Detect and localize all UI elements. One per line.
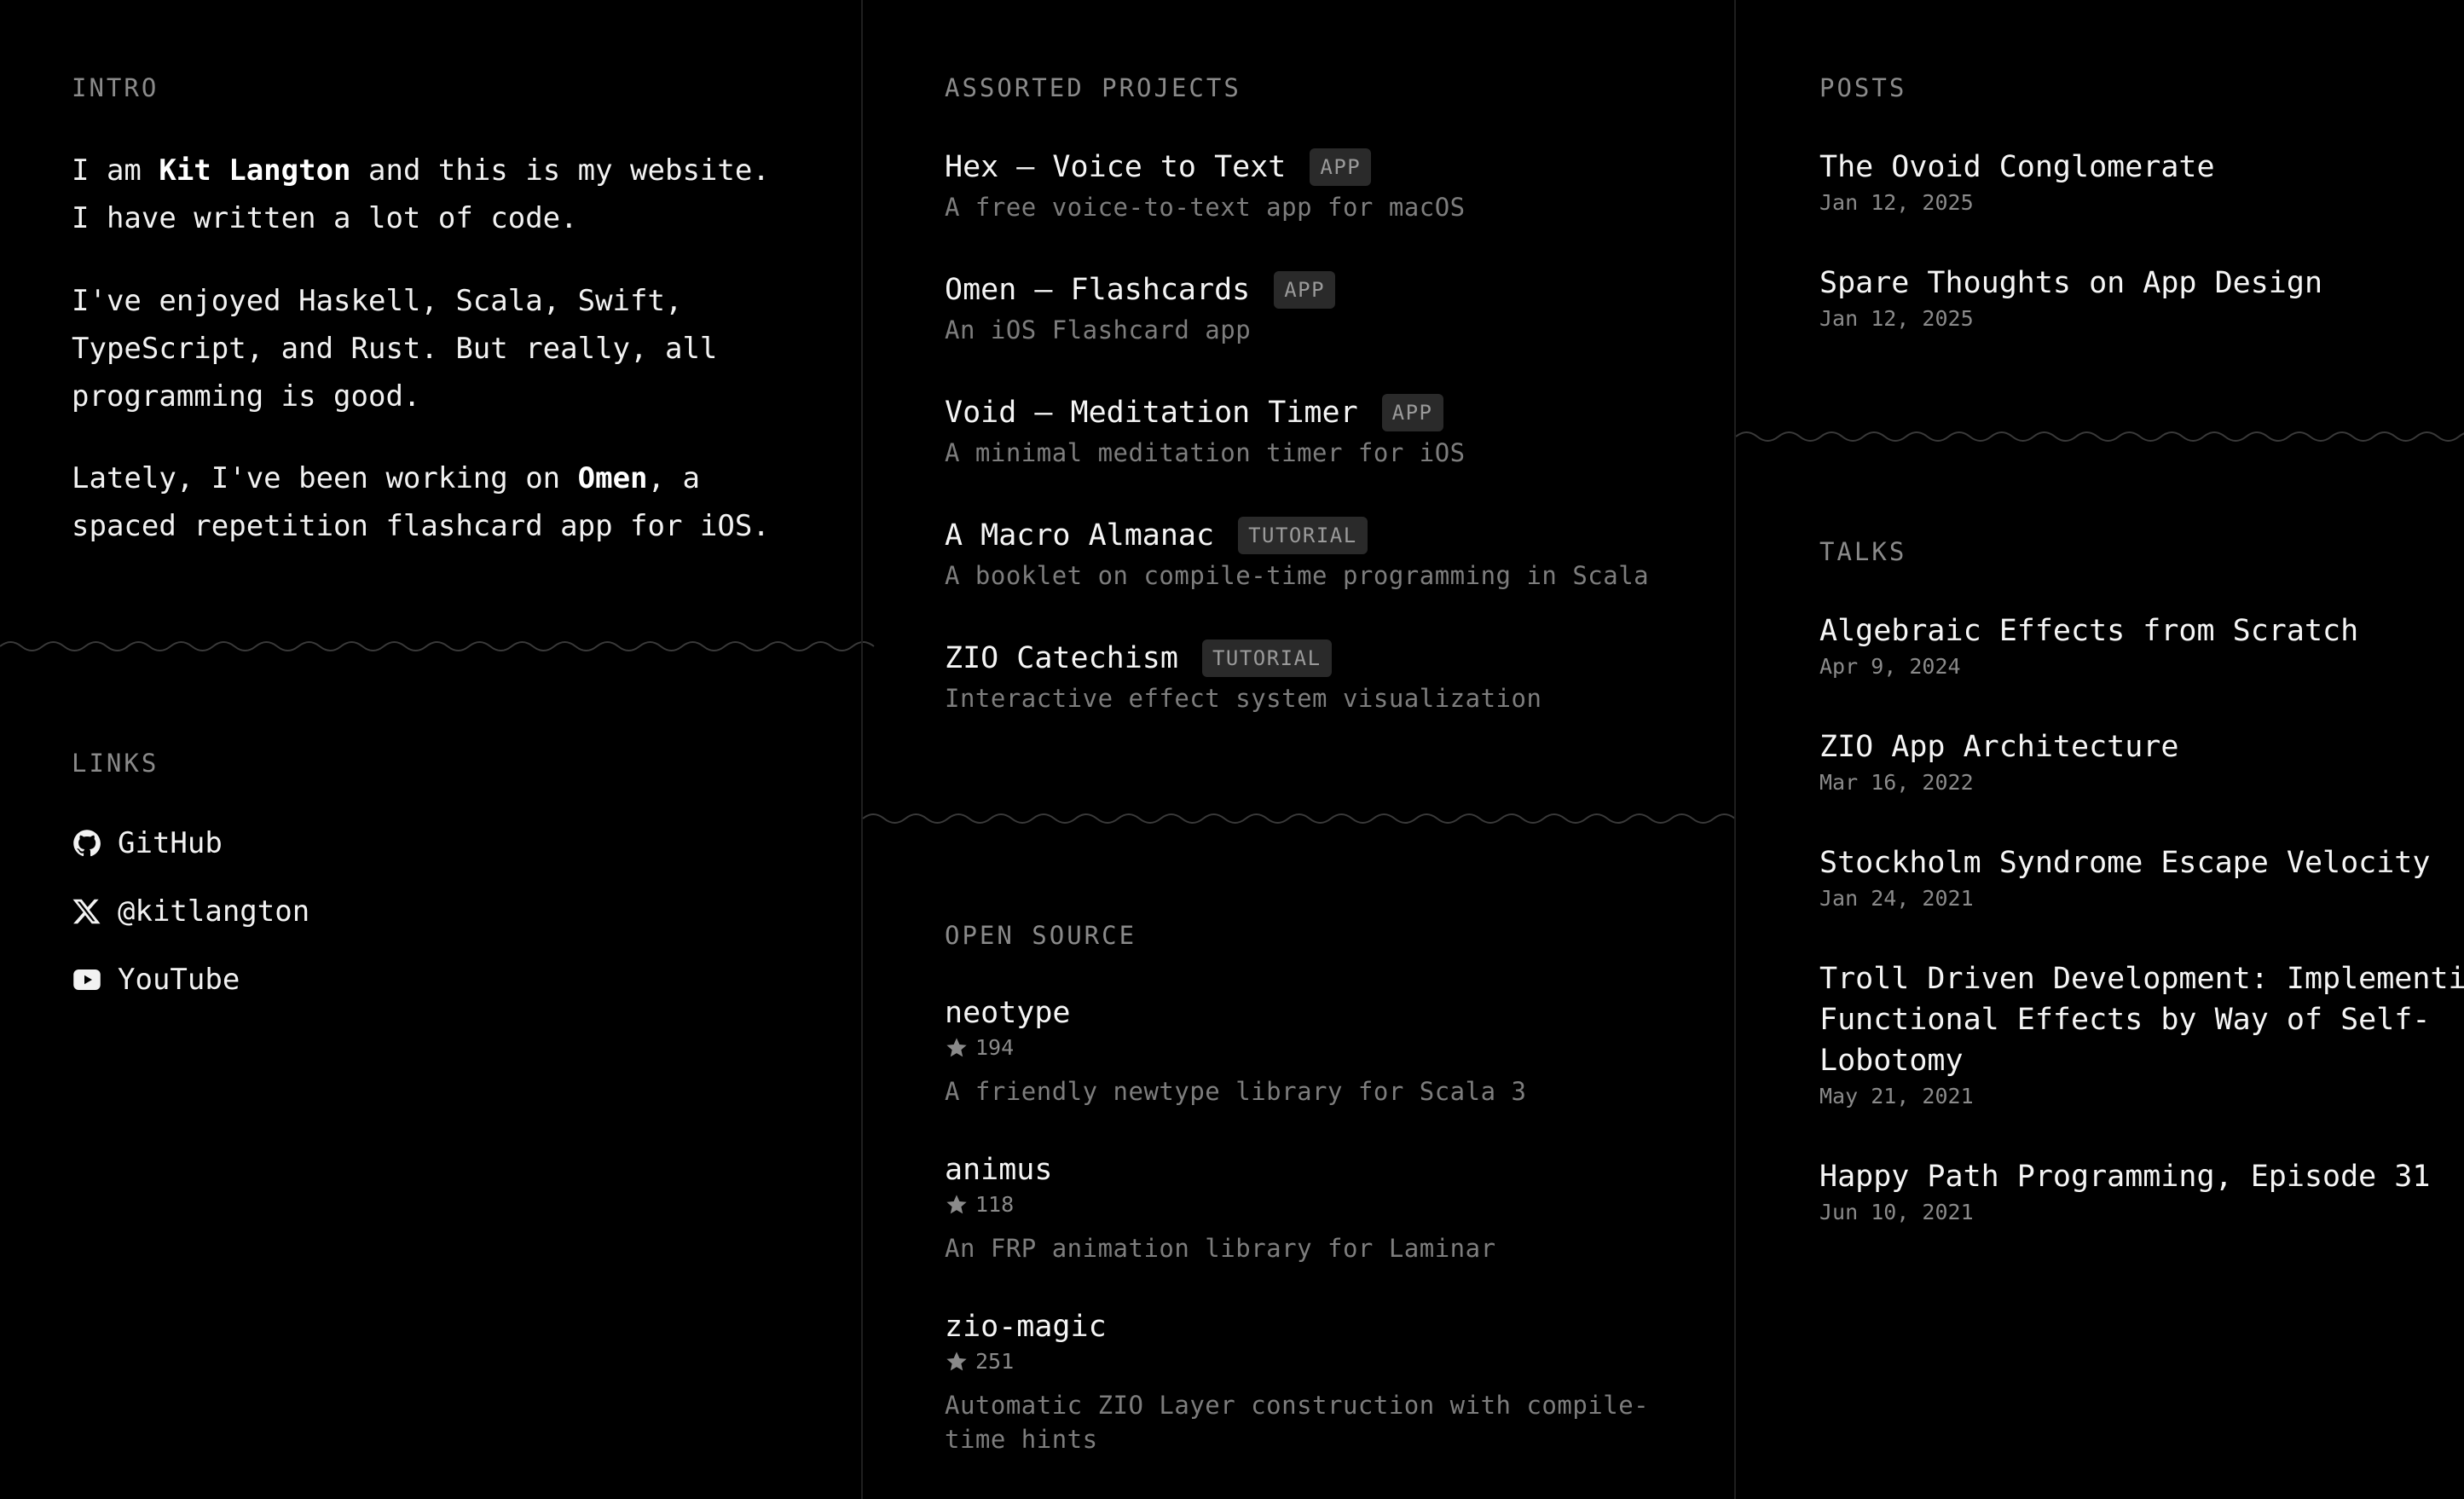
talk-date: Apr 9, 2024 bbox=[1819, 654, 1961, 679]
intro-paragraph-2: I've enjoyed Haskell, Scala, Swift, Type… bbox=[72, 277, 839, 420]
project-desc: A minimal meditation timer for iOS bbox=[945, 438, 1466, 467]
intro-text: I've enjoyed Haskell, Scala, Swift, bbox=[72, 284, 683, 318]
project-item[interactable]: Omen — Flashcards APP An iOS Flashcard a… bbox=[945, 269, 1712, 344]
talk-title-line: Functional Effects by Way of Self- bbox=[1819, 1003, 2431, 1037]
intro-text: TypeScript, and Rust. But really, all bbox=[72, 332, 718, 366]
github-link[interactable]: GitHub bbox=[72, 822, 223, 865]
project-title: Omen — Flashcards bbox=[945, 273, 1251, 307]
right-column: POSTS The Ovoid Conglomerate Jan 12, 202… bbox=[1734, 0, 2464, 1499]
talk-item[interactable]: Happy Path Programming, Episode 31 Jun 1… bbox=[1819, 1156, 2464, 1228]
repo-item[interactable]: zio-magic 251 Automatic ZIO Layer constr… bbox=[945, 1306, 1712, 1454]
project-item[interactable]: Hex — Voice to Text APP A free voice-to-… bbox=[945, 147, 1712, 222]
project-title: Void — Meditation Timer bbox=[945, 396, 1358, 430]
omen-link[interactable]: Omen bbox=[578, 461, 648, 495]
post-date: Jan 12, 2025 bbox=[1819, 190, 1974, 215]
repo-desc: A friendly newtype library for Scala 3 bbox=[945, 1077, 1527, 1106]
talk-item[interactable]: ZIO App Architecture Mar 16, 2022 bbox=[1819, 726, 2464, 798]
intro-paragraph-3: Lately, I've been working on Omen, a spa… bbox=[72, 454, 839, 550]
section-divider bbox=[0, 641, 875, 651]
star-count: 194 bbox=[975, 1035, 1015, 1060]
intro-text: I have written a lot of code. bbox=[72, 201, 578, 235]
youtube-link[interactable]: YouTube bbox=[72, 958, 240, 1001]
talk-title-line: Troll Driven Development: Implementing bbox=[1819, 962, 2464, 996]
talk-date: May 21, 2021 bbox=[1819, 1084, 1974, 1108]
section-divider bbox=[1736, 431, 2464, 442]
project-title: A Macro Almanac bbox=[945, 518, 1215, 553]
intro-text: Lately, I've been working on bbox=[72, 461, 578, 495]
intro-title: INTRO bbox=[72, 73, 159, 102]
youtube-icon bbox=[73, 969, 101, 990]
project-badge: APP bbox=[1274, 271, 1336, 309]
talk-date: Jun 10, 2021 bbox=[1819, 1200, 1974, 1224]
projects-title: ASSORTED PROJECTS bbox=[945, 73, 1241, 102]
intro-text: programming is good. bbox=[72, 379, 421, 414]
repo-desc-line: time hints bbox=[945, 1425, 1098, 1454]
intro-paragraph-1: I am Kit Langton and this is my website.… bbox=[72, 147, 839, 242]
repo-name: neotype bbox=[945, 996, 1071, 1030]
star-icon bbox=[946, 1037, 967, 1056]
open-source-title: OPEN SOURCE bbox=[945, 921, 1137, 950]
repo-desc-line: Automatic ZIO Layer construction with co… bbox=[945, 1391, 1650, 1420]
repo-stars: 118 bbox=[945, 1192, 1014, 1217]
repo-name: animus bbox=[945, 1153, 1053, 1187]
post-item[interactable]: The Ovoid Conglomerate Jan 12, 2025 bbox=[1819, 147, 2464, 218]
repo-desc: An FRP animation library for Laminar bbox=[945, 1234, 1496, 1263]
link-label: YouTube bbox=[118, 963, 240, 997]
project-badge: APP bbox=[1381, 394, 1443, 431]
talk-item[interactable]: Stockholm Syndrome Escape Velocity Jan 2… bbox=[1819, 842, 2464, 914]
project-item[interactable]: A Macro Almanac TUTORIAL A booklet on co… bbox=[945, 515, 1712, 590]
repo-name: zio-magic bbox=[945, 1310, 1107, 1344]
project-item[interactable]: Void — Meditation Timer APP A minimal me… bbox=[945, 392, 1712, 467]
post-date: Jan 12, 2025 bbox=[1819, 306, 1974, 331]
intro-text: , a bbox=[647, 461, 700, 495]
intro-text: and this is my website. bbox=[350, 153, 770, 188]
links-title: LINKS bbox=[72, 749, 159, 778]
middle-column: ASSORTED PROJECTS Hex — Voice to Text AP… bbox=[861, 0, 1736, 1499]
talk-item[interactable]: Algebraic Effects from Scratch Apr 9, 20… bbox=[1819, 611, 2464, 682]
x-icon bbox=[72, 899, 101, 924]
link-label: GitHub bbox=[118, 826, 223, 860]
star-count: 118 bbox=[975, 1192, 1015, 1217]
twitter-link[interactable]: @kitlangton bbox=[72, 890, 309, 933]
project-title: ZIO Catechism bbox=[945, 641, 1178, 675]
talks-title: TALKS bbox=[1819, 537, 1907, 566]
repo-item[interactable]: neotype 194 A friendly newtype library f… bbox=[945, 993, 1712, 1106]
repo-stars: 194 bbox=[945, 1035, 1014, 1060]
project-badge: TUTORIAL bbox=[1201, 640, 1332, 677]
intro-text: I am bbox=[72, 153, 159, 188]
repo-item[interactable]: animus 118 An FRP animation library for … bbox=[945, 1149, 1712, 1263]
project-desc: Interactive effect system visualization bbox=[945, 684, 1542, 713]
talk-date: Jan 24, 2021 bbox=[1819, 886, 1974, 911]
talk-item[interactable]: Troll Driven Development: Implementing F… bbox=[1819, 958, 2464, 1112]
posts-title: POSTS bbox=[1819, 73, 1907, 102]
repo-desc: Automatic ZIO Layer construction with co… bbox=[945, 1388, 1678, 1456]
left-column: INTRO I am Kit Langton and this is my we… bbox=[0, 0, 875, 1499]
repo-stars: 251 bbox=[945, 1349, 1014, 1374]
section-divider bbox=[862, 813, 1736, 824]
post-item[interactable]: Spare Thoughts on App Design Jan 12, 202… bbox=[1819, 263, 2464, 334]
project-badge: APP bbox=[1310, 148, 1372, 186]
talk-title: Happy Path Programming, Episode 31 bbox=[1819, 1160, 2431, 1194]
talk-title-line: Lobotomy bbox=[1819, 1044, 1964, 1078]
project-title: Hex — Voice to Text bbox=[945, 150, 1287, 184]
project-item[interactable]: ZIO Catechism TUTORIAL Interactive effec… bbox=[945, 638, 1712, 713]
star-count: 251 bbox=[975, 1349, 1015, 1374]
project-badge: TUTORIAL bbox=[1238, 517, 1368, 554]
project-desc: A booklet on compile-time programming in… bbox=[945, 561, 1650, 590]
project-desc: An iOS Flashcard app bbox=[945, 315, 1252, 344]
star-icon bbox=[946, 1194, 967, 1213]
post-title: The Ovoid Conglomerate bbox=[1819, 150, 2215, 184]
talk-date: Mar 16, 2022 bbox=[1819, 770, 1974, 795]
link-label: @kitlangton bbox=[118, 894, 310, 929]
talk-title: ZIO App Architecture bbox=[1819, 730, 2179, 764]
intro-text: spaced repetition flashcard app for iOS. bbox=[72, 509, 770, 543]
project-desc: A free voice-to-text app for macOS bbox=[945, 193, 1466, 222]
post-title: Spare Thoughts on App Design bbox=[1819, 266, 2323, 300]
talk-title: Algebraic Effects from Scratch bbox=[1819, 614, 2359, 648]
author-name: Kit Langton bbox=[159, 153, 351, 188]
github-icon bbox=[73, 830, 101, 857]
talk-title: Stockholm Syndrome Escape Velocity bbox=[1819, 846, 2431, 880]
star-icon bbox=[946, 1351, 967, 1370]
